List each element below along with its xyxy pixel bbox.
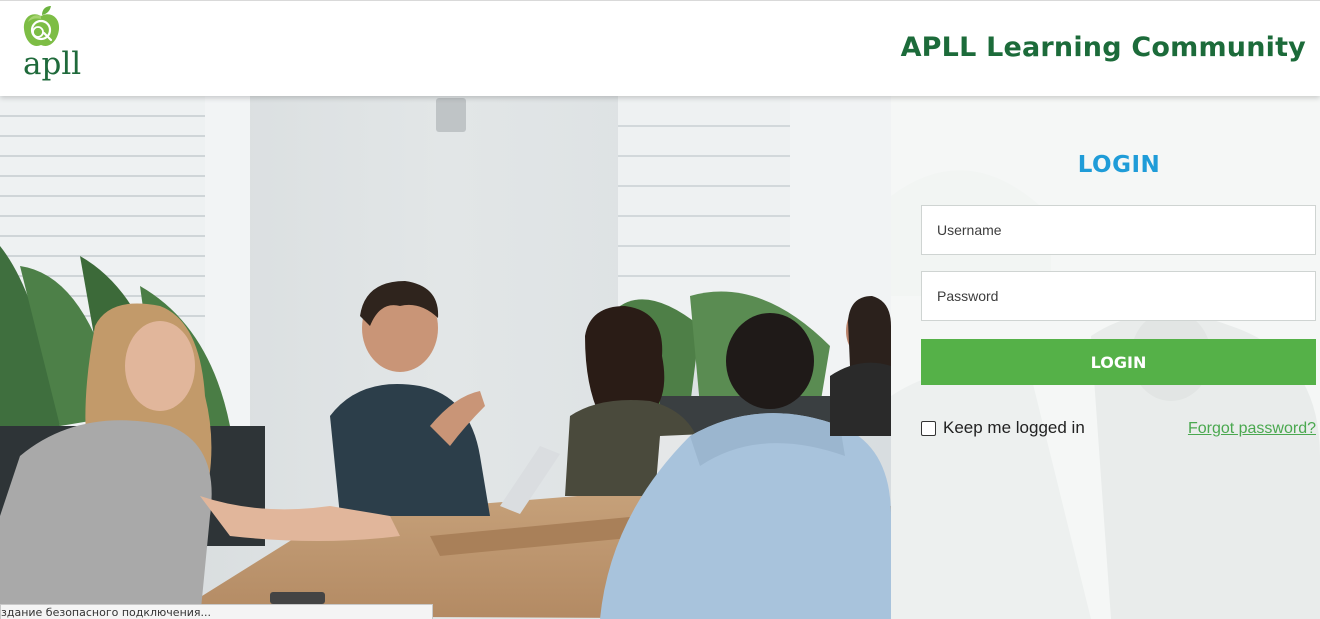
hero-photo — [0, 96, 891, 619]
password-input[interactable] — [921, 271, 1316, 321]
login-button[interactable]: LOGIN — [921, 339, 1316, 385]
site-header: apll APLL Learning Community — [0, 0, 1320, 96]
logo-text: apll — [23, 46, 82, 82]
site-title: APLL Learning Community — [900, 32, 1306, 63]
keep-logged-in-label[interactable]: Keep me logged in — [943, 418, 1085, 438]
login-heading: LOGIN — [1077, 152, 1161, 178]
checkbox-icon[interactable] — [921, 420, 936, 436]
login-panel: LOGIN LOGIN Keep me logged in Forgot pas… — [891, 96, 1320, 619]
forgot-password-link[interactable]: Forgot password? — [1188, 420, 1316, 438]
apll-logo[interactable]: apll — [20, 5, 86, 93]
keep-logged-in[interactable]: Keep me logged in — [921, 418, 1085, 438]
username-input[interactable] — [921, 205, 1316, 255]
browser-status-bar: здание безопасного подключения... — [0, 604, 433, 619]
